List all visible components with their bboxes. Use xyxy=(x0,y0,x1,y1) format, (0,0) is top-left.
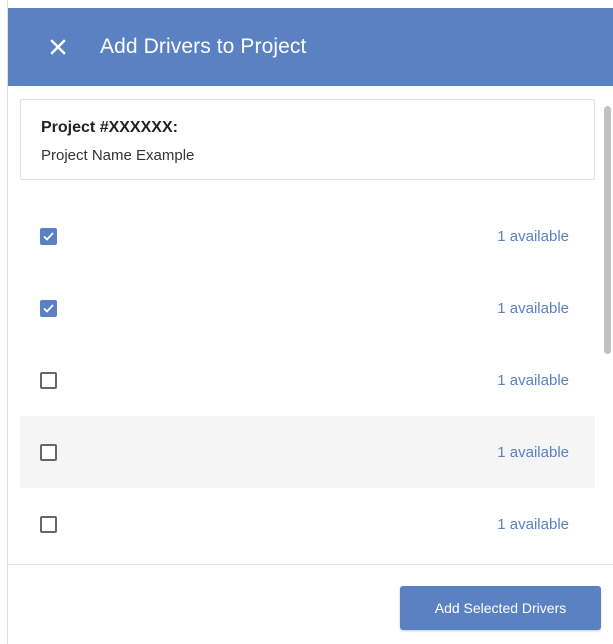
driver-checkbox[interactable] xyxy=(40,371,57,389)
checkmark-icon xyxy=(43,303,54,313)
add-selected-drivers-button[interactable]: Add Selected Drivers xyxy=(400,586,601,630)
driver-checkbox[interactable] xyxy=(40,515,57,533)
close-button[interactable] xyxy=(44,33,72,61)
driver-row[interactable]: 1 available xyxy=(20,344,595,416)
availability-link[interactable]: 1 available xyxy=(497,228,569,245)
project-card: Project #XXXXXX: Project Name Example xyxy=(20,99,595,180)
driver-checkbox[interactable] xyxy=(40,299,57,317)
scrollbar-thumb[interactable] xyxy=(604,106,611,354)
dialog-body: Project #XXXXXX: Project Name Example 1 … xyxy=(8,86,613,564)
window-edge xyxy=(0,0,8,644)
driver-row[interactable]: 1 available xyxy=(20,488,595,560)
availability-link[interactable]: 1 available xyxy=(497,444,569,461)
dialog-footer: Add Selected Drivers xyxy=(8,564,613,644)
availability-link[interactable]: 1 available xyxy=(497,300,569,317)
checkmark-icon xyxy=(43,231,54,241)
dialog-header: Add Drivers to Project xyxy=(8,8,613,86)
project-name: Project Name Example xyxy=(41,147,195,164)
driver-checkbox[interactable] xyxy=(40,227,57,245)
project-label: Project #XXXXXX: xyxy=(41,119,178,136)
driver-row[interactable]: 1 available xyxy=(20,416,595,488)
availability-link[interactable]: 1 available xyxy=(497,516,569,533)
driver-row[interactable]: 1 available xyxy=(20,272,595,344)
driver-checkbox[interactable] xyxy=(40,443,57,461)
dialog-title: Add Drivers to Project xyxy=(100,35,307,58)
driver-list: 1 available 1 available 1 available 1 av… xyxy=(20,200,595,560)
close-icon xyxy=(50,39,66,55)
availability-link[interactable]: 1 available xyxy=(497,372,569,389)
driver-row[interactable]: 1 available xyxy=(20,200,595,272)
